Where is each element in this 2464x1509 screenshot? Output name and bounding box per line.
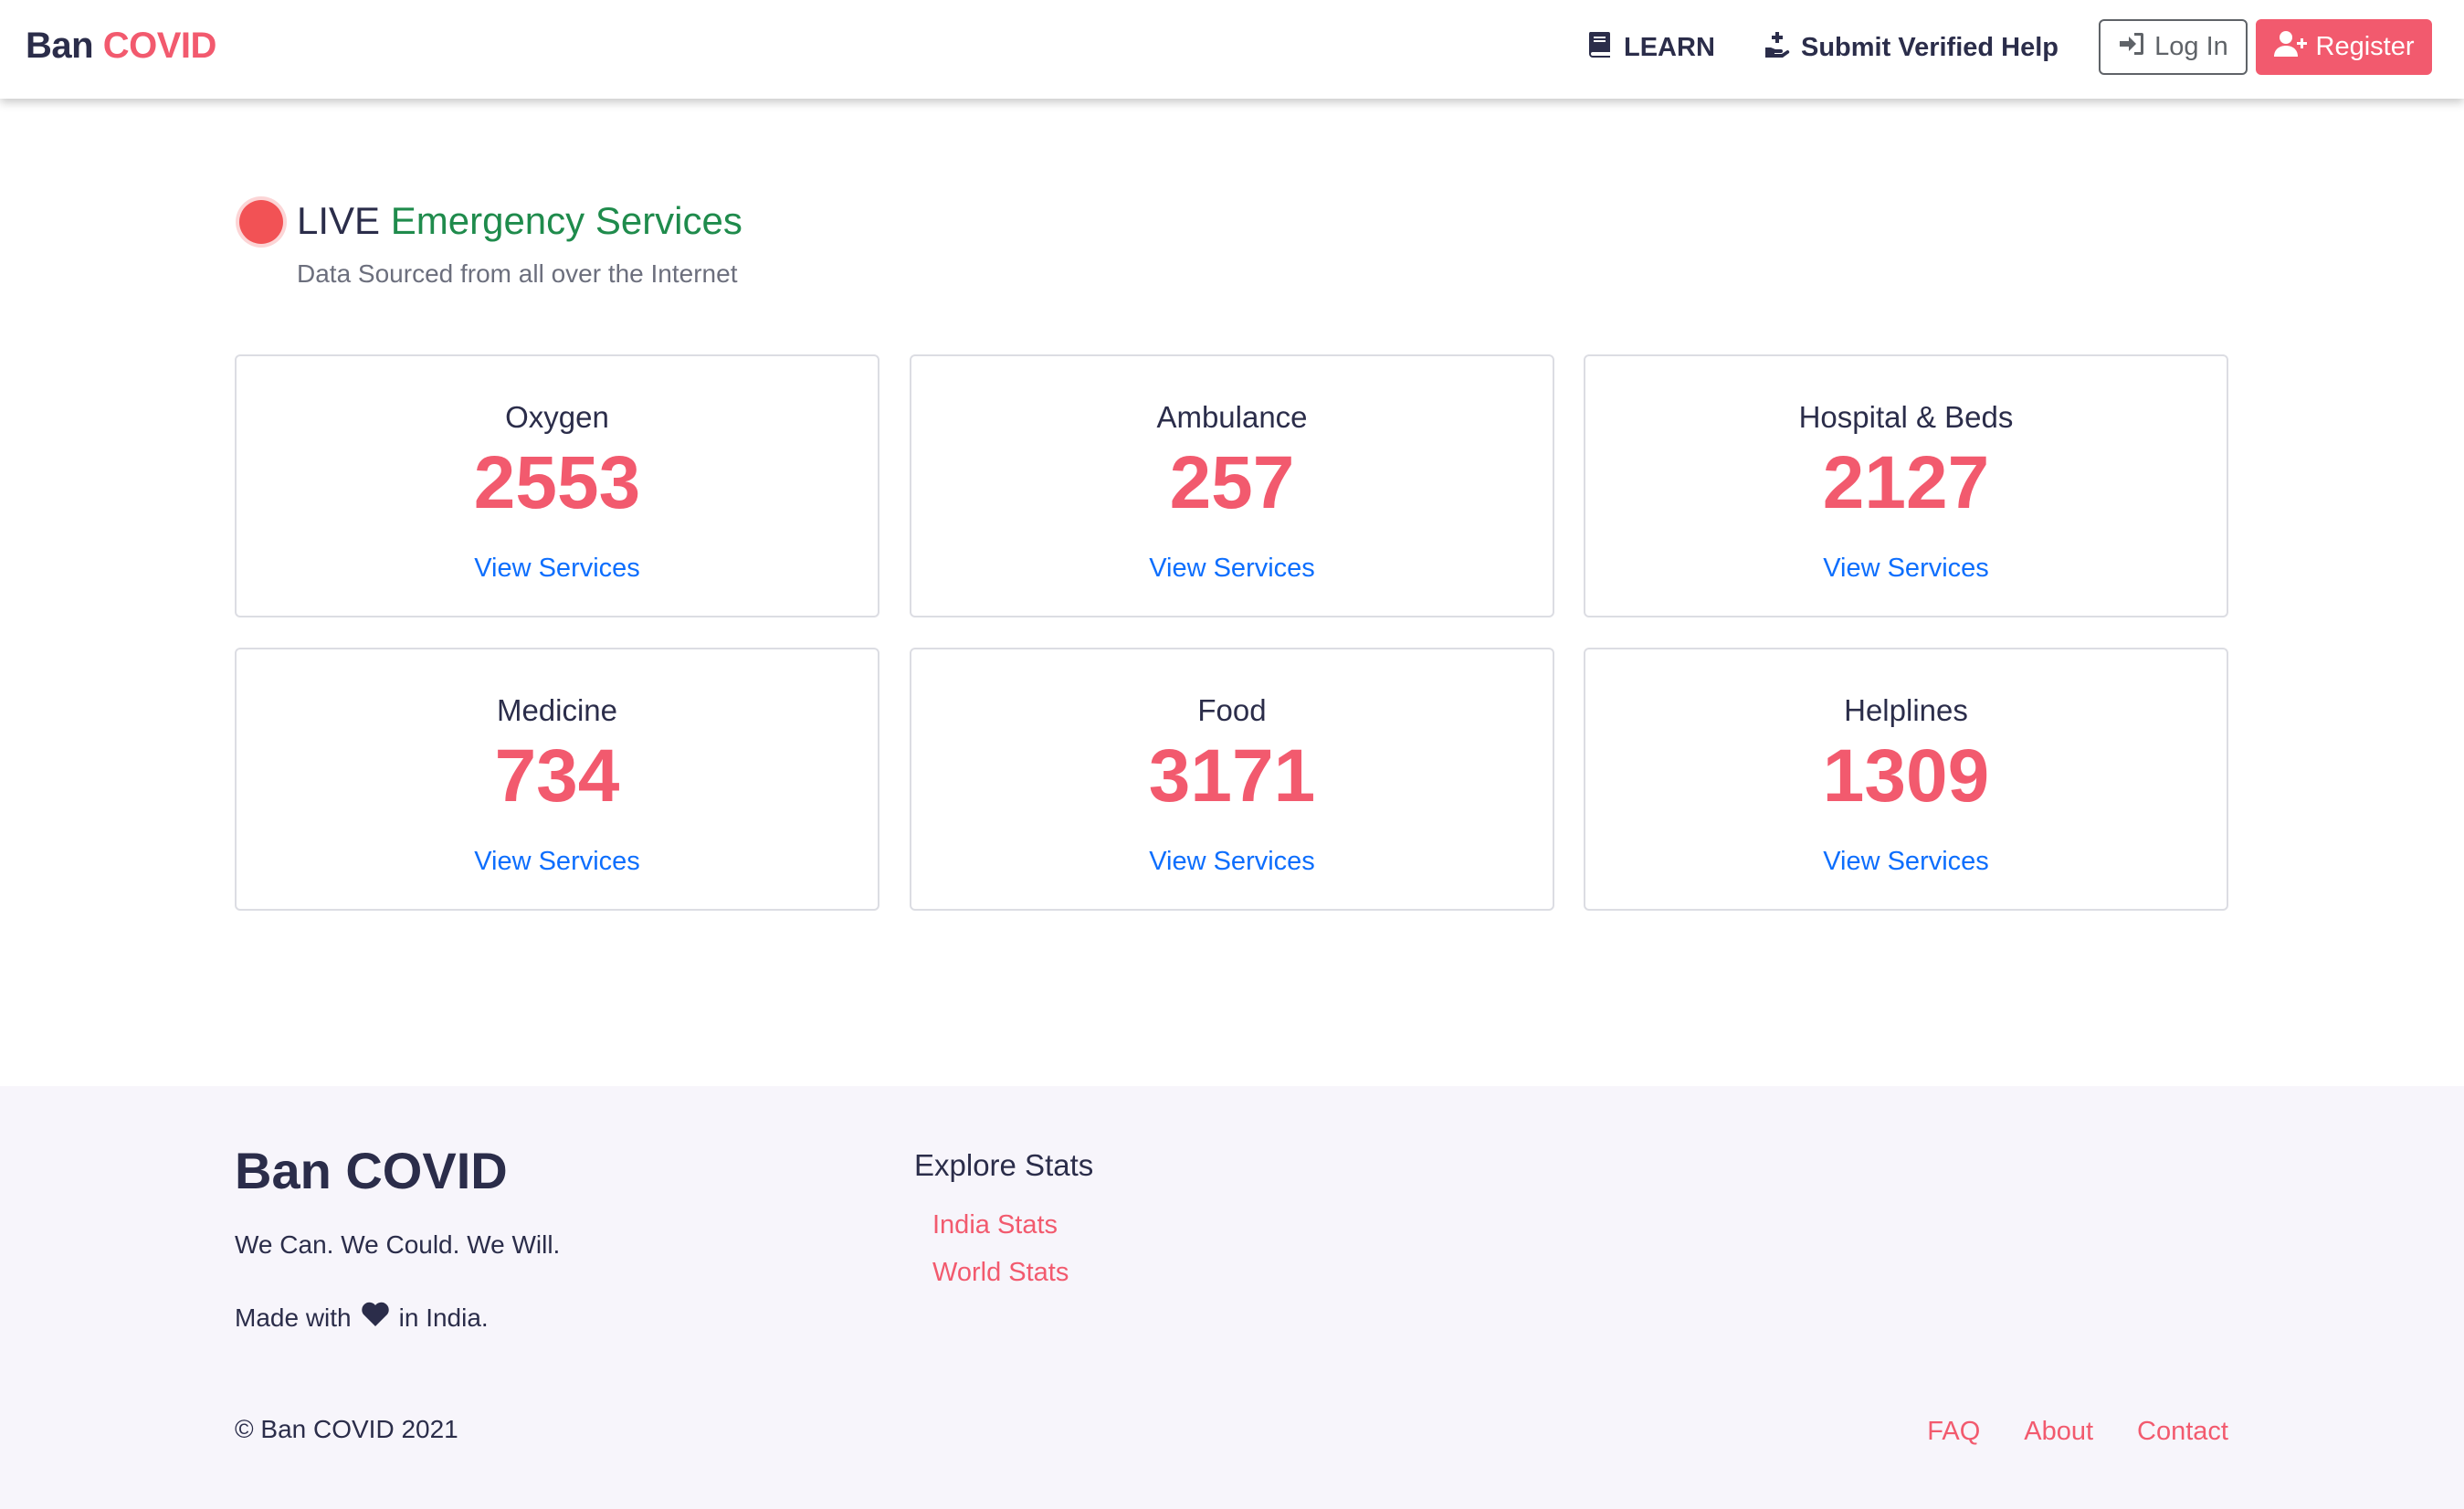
- brand-part-2: COVID: [102, 26, 217, 66]
- brand-logo[interactable]: Ban COVID: [26, 26, 216, 67]
- heart-icon: [361, 1302, 390, 1334]
- service-card-food: Food 3171 View Services: [910, 648, 1554, 911]
- section-subtitle: Data Sourced from all over the Internet: [297, 259, 738, 288]
- footer-links: FAQ About Contact: [1927, 1417, 2228, 1447]
- nav-learn-link[interactable]: LEARN: [1587, 29, 1715, 66]
- navbar: Ban COVID LEARN Submit Verified Help Log…: [0, 0, 2464, 99]
- live-label: LIVE: [297, 199, 381, 242]
- world-stats-link[interactable]: World Stats: [932, 1258, 1069, 1288]
- card-count: 2127: [1822, 441, 1990, 524]
- faq-link[interactable]: FAQ: [1927, 1417, 1980, 1447]
- card-title: Helplines: [1844, 693, 1968, 727]
- service-card-helplines: Helplines 1309 View Services: [1584, 648, 2228, 911]
- view-services-link[interactable]: View Services: [1585, 847, 2227, 877]
- nav-submit-help-link[interactable]: Submit Verified Help: [1764, 29, 2059, 66]
- card-title: Oxygen: [505, 400, 609, 434]
- service-card-medicine: Medicine 734 View Services: [235, 648, 879, 911]
- about-link[interactable]: About: [2024, 1417, 2093, 1447]
- book-icon: [1587, 30, 1613, 65]
- card-count: 257: [1169, 441, 1295, 524]
- register-label: Register: [2315, 32, 2415, 61]
- india-stats-link[interactable]: India Stats: [932, 1210, 1058, 1240]
- card-title: Medicine: [496, 693, 618, 727]
- explore-stats-heading: Explore Stats: [914, 1148, 1094, 1182]
- footer-tagline: We Can. We Could. We Will.: [235, 1230, 561, 1259]
- view-services-link[interactable]: View Services: [237, 847, 878, 877]
- card-count: 3171: [1148, 734, 1316, 818]
- view-services-link[interactable]: View Services: [1585, 554, 2227, 584]
- user-plus-icon: [2273, 30, 2309, 65]
- login-label: Log In: [2154, 32, 2228, 61]
- card-count: 2553: [473, 441, 641, 524]
- card-title: Food: [1197, 693, 1267, 727]
- footer: Ban COVID We Can. We Could. We Will. Mad…: [0, 1086, 2464, 1509]
- service-card-oxygen: Oxygen 2553 View Services: [235, 354, 879, 617]
- card-title: Hospital & Beds: [1798, 400, 2014, 434]
- copyright: © Ban COVID 2021: [235, 1415, 458, 1443]
- footer-made-with: Made with in India.: [235, 1302, 489, 1334]
- made-suffix: in India.: [398, 1303, 489, 1332]
- card-title: Ambulance: [1156, 400, 1308, 434]
- service-card-ambulance: Ambulance 257 View Services: [910, 354, 1554, 617]
- nav-learn-label: LEARN: [1624, 32, 1715, 62]
- register-button[interactable]: Register: [2256, 19, 2432, 75]
- live-indicator-dot: [239, 200, 283, 244]
- nav-submit-label: Submit Verified Help: [1801, 32, 2059, 62]
- contact-link[interactable]: Contact: [2137, 1417, 2228, 1447]
- footer-brand: Ban COVID: [235, 1142, 508, 1199]
- emergency-services-label: Emergency Services: [390, 199, 742, 242]
- made-prefix: Made with: [235, 1303, 352, 1332]
- view-services-link[interactable]: View Services: [911, 847, 1553, 877]
- sign-in-icon: [2118, 31, 2145, 64]
- service-card-hospital-beds: Hospital & Beds 2127 View Services: [1584, 354, 2228, 617]
- view-services-link[interactable]: View Services: [911, 554, 1553, 584]
- section-title: LIVE Emergency Services: [297, 199, 742, 243]
- card-count: 734: [494, 734, 620, 818]
- brand-part-1: Ban: [26, 26, 94, 66]
- view-services-link[interactable]: View Services: [237, 554, 878, 584]
- hand-holding-medical-icon: [1764, 30, 1790, 65]
- card-count: 1309: [1822, 734, 1990, 818]
- login-button[interactable]: Log In: [2099, 19, 2248, 75]
